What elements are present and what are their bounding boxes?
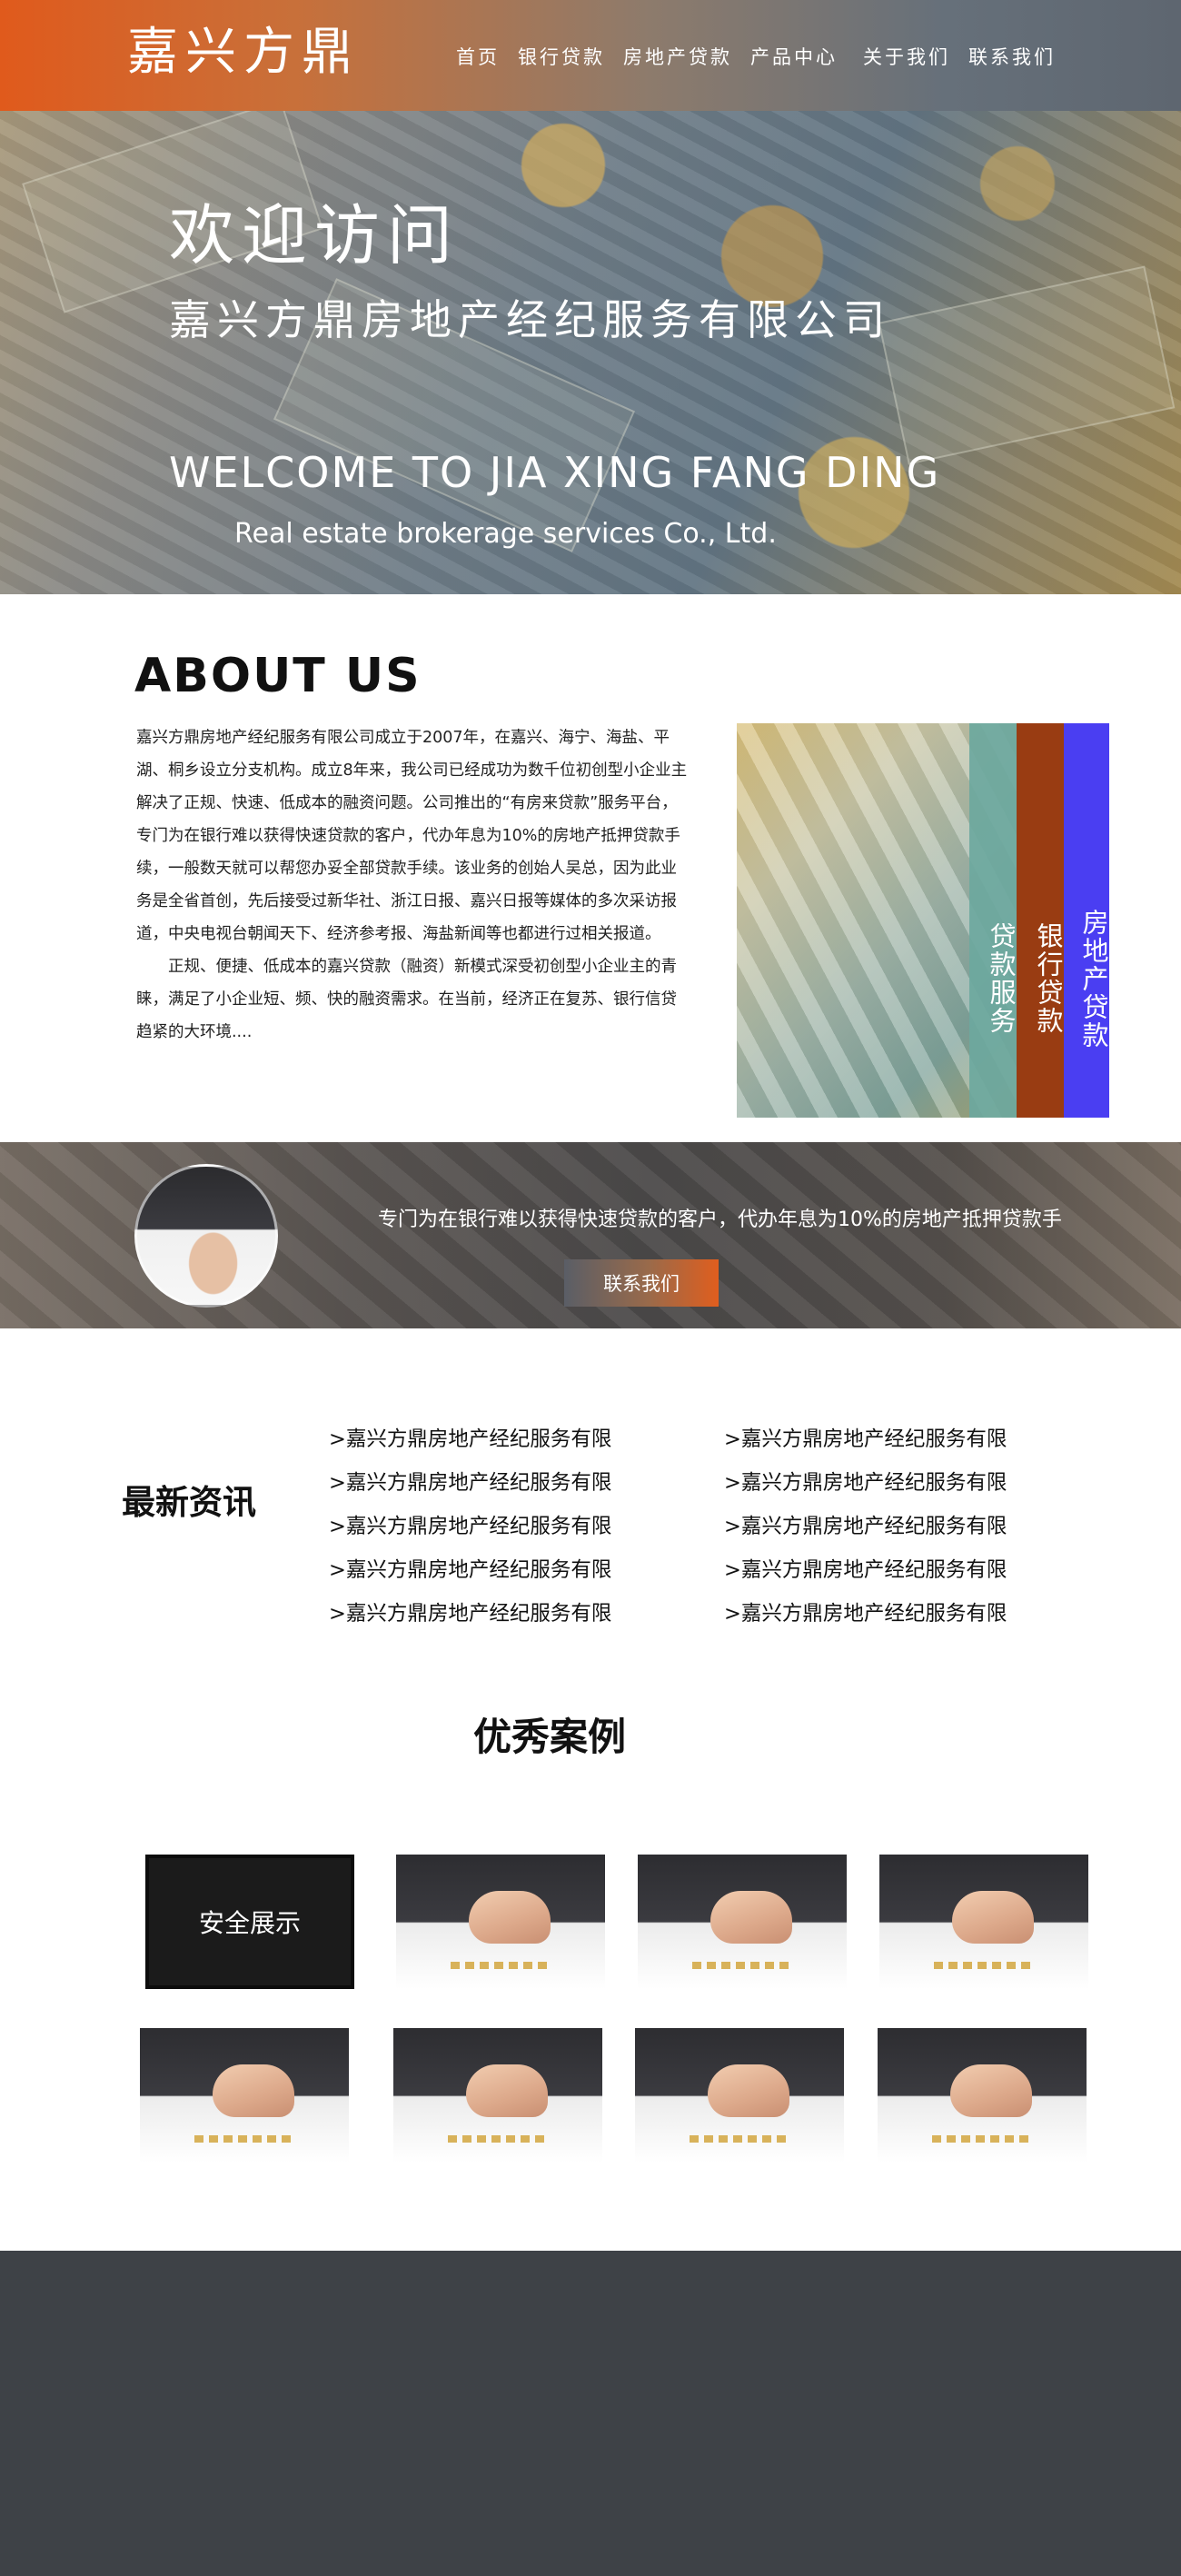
main-nav: 首页 银行贷款 房地产贷款 产品中心 关于我们 联系我们: [456, 44, 1074, 71]
tag-loan-service[interactable]: 贷款服务: [969, 723, 1017, 1118]
about-title: ABOUT US: [134, 649, 422, 703]
about-paragraph-2: 正规、便捷、低成本的嘉兴贷款（融资）新模式深受初创型小企业主的青睐，满足了小企业…: [136, 958, 677, 1041]
tag-bank-loan[interactable]: 银行贷款: [1017, 723, 1064, 1118]
nav-products[interactable]: 产品中心: [750, 44, 838, 71]
site-header: 嘉兴方鼎 首页 银行贷款 房地产贷款 产品中心 关于我们 联系我们: [0, 0, 1181, 111]
promo-banner: 专门为在银行难以获得快速贷款的客户，代办年息为10%的房地产抵押贷款手 联系我们: [0, 1142, 1181, 1328]
handshake-image: [466, 2064, 548, 2117]
coins-image: [692, 1962, 792, 1969]
news-item[interactable]: >嘉兴方鼎房地产经纪服务有限: [724, 1592, 1007, 1636]
hero-title: 欢迎访问: [169, 197, 461, 274]
handshake-image: [950, 2064, 1032, 2117]
contact-us-button[interactable]: 联系我们: [564, 1259, 719, 1307]
nav-home[interactable]: 首页: [456, 44, 500, 71]
case-thumbnail[interactable]: [140, 2028, 349, 2163]
case-thumbnail[interactable]: [878, 2028, 1087, 2163]
news-item[interactable]: >嘉兴方鼎房地产经纪服务有限: [329, 1548, 611, 1592]
coins-image: [932, 2135, 1032, 2143]
coins-image: [448, 2135, 548, 2143]
case-thumbnail[interactable]: [635, 2028, 844, 2163]
about-text: 嘉兴方鼎房地产经纪服务有限公司成立于2007年，在嘉兴、海宁、海盐、平湖、桐乡设…: [136, 721, 692, 1049]
handshake-image: [952, 1891, 1034, 1944]
handshake-image: [469, 1891, 551, 1944]
news-list-right: >嘉兴方鼎房地产经纪服务有限 >嘉兴方鼎房地产经纪服务有限 >嘉兴方鼎房地产经纪…: [724, 1417, 1007, 1636]
about-image: 贷款服务 银行贷款 房地产贷款: [737, 723, 1109, 1118]
banner-text: 专门为在银行难以获得快速贷款的客户，代办年息为10%的房地产抵押贷款手: [378, 1208, 1062, 1231]
coins-image: [690, 2135, 789, 2143]
nav-bank-loan[interactable]: 银行贷款: [518, 44, 605, 71]
case-thumbnail[interactable]: [393, 2028, 602, 2163]
site-footer: [0, 2251, 1181, 2576]
coins-image: [934, 1962, 1034, 1969]
handshake-image: [213, 2064, 294, 2117]
coins-image: [194, 2135, 294, 2143]
site-logo[interactable]: 嘉兴方鼎: [127, 20, 360, 85]
case-thumbnail[interactable]: [396, 1855, 605, 1989]
nav-contact[interactable]: 联系我们: [968, 44, 1056, 71]
hero-banner: 欢迎访问 嘉兴方鼎房地产经纪服务有限公司 WELCOME TO JIA XING…: [0, 111, 1181, 594]
news-list-left: >嘉兴方鼎房地产经纪服务有限 >嘉兴方鼎房地产经纪服务有限 >嘉兴方鼎房地产经纪…: [329, 1417, 611, 1636]
case-thumbnail[interactable]: [638, 1855, 847, 1989]
news-item[interactable]: >嘉兴方鼎房地产经纪服务有限: [724, 1505, 1007, 1548]
news-item[interactable]: >嘉兴方鼎房地产经纪服务有限: [724, 1417, 1007, 1461]
about-paragraph-1: 嘉兴方鼎房地产经纪服务有限公司成立于2007年，在嘉兴、海宁、海盐、平湖、桐乡设…: [136, 729, 688, 943]
case-thumbnail[interactable]: [879, 1855, 1088, 1989]
coins-image: [451, 1962, 551, 1969]
hero-company-name: 嘉兴方鼎房地产经纪服务有限公司: [169, 295, 891, 344]
hero-english-subtitle: Real estate brokerage services Co., Ltd.: [234, 518, 777, 550]
news-item[interactable]: >嘉兴方鼎房地产经纪服务有限: [329, 1505, 611, 1548]
news-title: 最新资讯: [122, 1483, 256, 1522]
case-feature-label: 安全展示: [198, 1908, 301, 1938]
news-item[interactable]: >嘉兴方鼎房地产经纪服务有限: [329, 1461, 611, 1505]
handshake-image: [710, 1891, 792, 1944]
case-feature-tile[interactable]: 安全展示: [145, 1855, 354, 1989]
hero-english-title: WELCOME TO JIA XING FANG DING: [169, 448, 941, 497]
nav-property-loan[interactable]: 房地产贷款: [623, 44, 732, 71]
tag-property-loan[interactable]: 房地产贷款: [1064, 723, 1109, 1118]
nav-about[interactable]: 关于我们: [863, 44, 950, 71]
handshake-image: [134, 1164, 278, 1308]
news-item[interactable]: >嘉兴方鼎房地产经纪服务有限: [724, 1548, 1007, 1592]
news-item[interactable]: >嘉兴方鼎房地产经纪服务有限: [724, 1461, 1007, 1505]
hero-bill-decoration: [878, 265, 1176, 465]
handshake-image: [708, 2064, 789, 2117]
cases-title: 优秀案例: [472, 1715, 626, 1759]
news-item[interactable]: >嘉兴方鼎房地产经纪服务有限: [329, 1417, 611, 1461]
news-item[interactable]: >嘉兴方鼎房地产经纪服务有限: [329, 1592, 611, 1636]
